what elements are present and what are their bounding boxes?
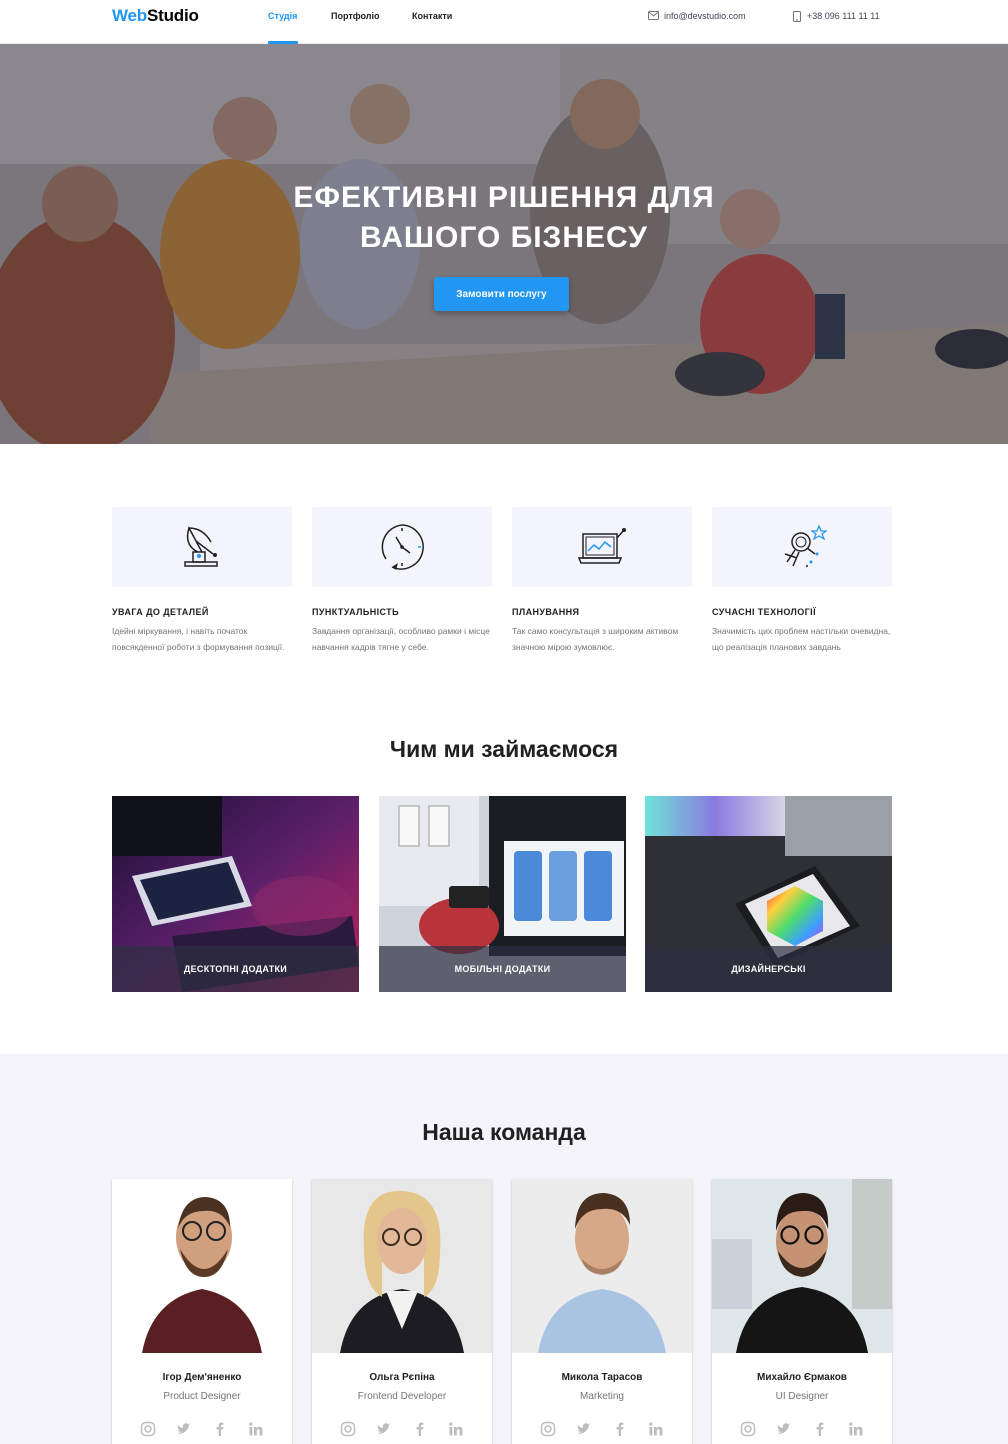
instagram-icon[interactable] <box>140 1421 156 1437</box>
member-role: Marketing <box>580 1391 624 1402</box>
logo[interactable]: WebStudio <box>112 6 199 26</box>
feature-text: Значимість цих проблем настільки очевидн… <box>712 626 891 652</box>
nav-link-studio[interactable]: Студія <box>268 10 297 22</box>
service-card-design[interactable]: Дизайнерські <box>645 796 892 992</box>
social-links <box>340 1421 464 1437</box>
feature-text: Так само консультація з широким активом … <box>512 626 679 652</box>
phone-icon <box>793 11 801 22</box>
feature-title: Увага до деталей <box>112 607 209 617</box>
service-caption: Десктопні додатки <box>112 946 359 992</box>
feature-card: Увага до деталей Ідейні міркування, і на… <box>112 507 292 655</box>
team-member-card: Михайло Єрмаков UI Designer <box>712 1179 892 1444</box>
member-name: Микола Тарасов <box>561 1372 643 1383</box>
linkedin-icon[interactable] <box>448 1421 464 1437</box>
facebook-icon[interactable] <box>412 1421 428 1437</box>
social-links <box>740 1421 864 1437</box>
nav-link-contacts[interactable]: Контакти <box>412 10 452 22</box>
service-card-mobile[interactable]: Мобільні додатки <box>379 796 626 992</box>
feature-title: Планування <box>512 607 580 617</box>
nav-link-portfolio[interactable]: Портфоліо <box>331 10 380 22</box>
feature-card: Сучасні технології Значимість цих пробле… <box>712 507 892 655</box>
order-service-button[interactable]: Замовити послугу <box>434 277 569 311</box>
member-role: UI Designer <box>775 1391 829 1402</box>
twitter-icon[interactable] <box>576 1421 592 1437</box>
member-photo <box>712 1179 892 1353</box>
member-role: Frontend Developer <box>357 1391 447 1402</box>
instagram-icon[interactable] <box>340 1421 356 1437</box>
feature-title: Пунктуальність <box>312 607 399 617</box>
facebook-icon[interactable] <box>212 1421 228 1437</box>
feature-text: Ідейні міркування, і навіть початок повс… <box>112 626 285 652</box>
feature-title: Сучасні технології <box>712 607 816 617</box>
instagram-icon[interactable] <box>540 1421 556 1437</box>
services-title: Чим ми займаємося <box>389 736 619 762</box>
linkedin-icon[interactable] <box>648 1421 664 1437</box>
instagram-icon[interactable] <box>740 1421 756 1437</box>
member-photo <box>512 1179 692 1353</box>
hero-section: Ефективні рішення для вашого бізнесу Зам… <box>0 44 1008 444</box>
feature-card: Пунктуальність Завдання організації, осо… <box>312 507 492 655</box>
feature-card: Планування Так само консультація з широк… <box>512 507 692 655</box>
facebook-icon[interactable] <box>812 1421 828 1437</box>
mail-icon <box>648 11 659 20</box>
service-caption: Мобільні додатки <box>379 946 626 992</box>
member-name: Ольга Рєпіна <box>369 1372 435 1383</box>
service-caption: Дизайнерські <box>645 946 892 992</box>
site-header: WebStudio Студія Портфоліо Контакти info… <box>0 0 1008 44</box>
satellite-dish-icon <box>184 526 218 567</box>
service-card-desktop[interactable]: Десктопні додатки <box>112 796 359 992</box>
social-links <box>140 1421 264 1437</box>
hero-title: Ефективні рішення для вашого бізнесу <box>293 181 715 254</box>
astronaut-icon <box>784 524 827 567</box>
team-title: Наша команда <box>422 1119 586 1145</box>
team-member-card: Ігор Дем'яненко Product Designer <box>112 1179 292 1444</box>
twitter-icon[interactable] <box>776 1421 792 1437</box>
member-photo <box>112 1179 292 1353</box>
linkedin-icon[interactable] <box>848 1421 864 1437</box>
social-links <box>540 1421 664 1437</box>
member-name: Михайло Єрмаков <box>757 1372 847 1383</box>
linkedin-icon[interactable] <box>248 1421 264 1437</box>
team-member-card: Микола Тарасов Marketing <box>512 1179 692 1444</box>
member-photo <box>312 1179 492 1353</box>
member-role: Product Designer <box>163 1391 241 1402</box>
member-name: Ігор Дем'яненко <box>162 1372 242 1383</box>
feature-text: Завдання організації, особливо рамки і м… <box>312 626 490 652</box>
clock-icon <box>381 524 424 570</box>
twitter-icon[interactable] <box>376 1421 392 1437</box>
facebook-icon[interactable] <box>612 1421 628 1437</box>
laptop-chart-icon <box>577 528 626 564</box>
twitter-icon[interactable] <box>176 1421 192 1437</box>
team-member-card: Ольга Рєпіна Frontend Developer <box>312 1179 492 1444</box>
